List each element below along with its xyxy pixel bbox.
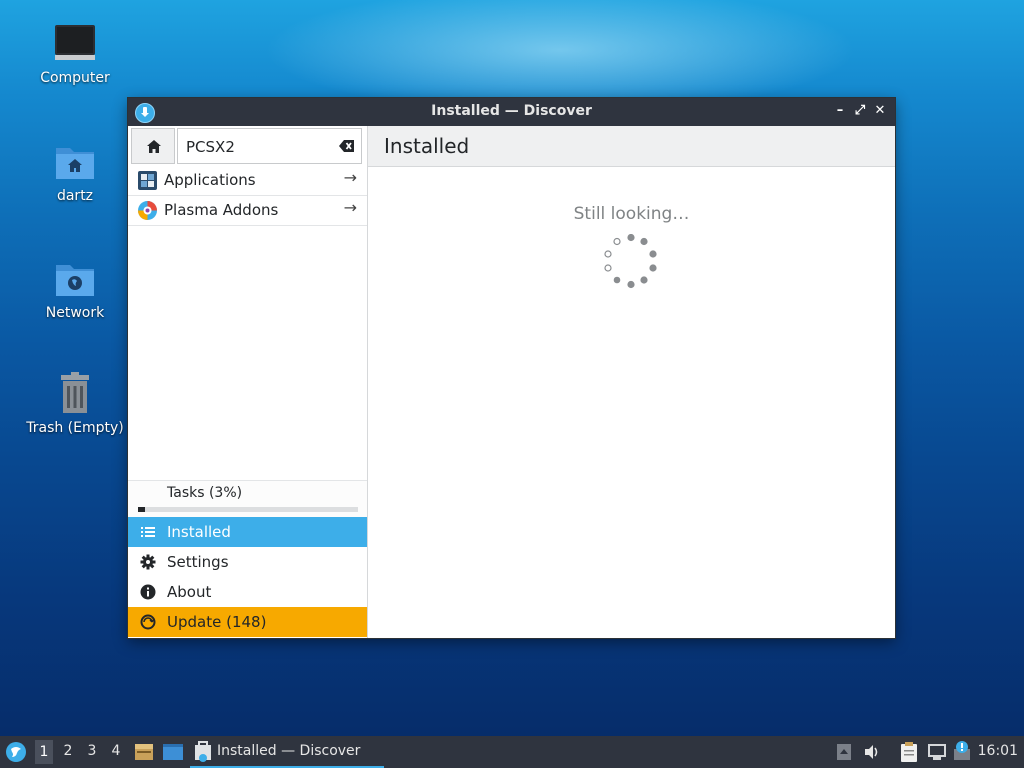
close-button[interactable]: ✕	[871, 102, 889, 120]
info-icon	[140, 584, 156, 600]
update-notifier-icon[interactable]	[953, 740, 973, 762]
main-content: Installed Still looking…	[368, 126, 895, 638]
application-menu-icon[interactable]	[5, 741, 27, 763]
maximize-button[interactable]: ⤢	[851, 102, 869, 120]
desktop-switch-1[interactable]: 1	[35, 740, 53, 764]
update-icon	[140, 614, 156, 630]
nav-update[interactable]: Update (148)	[128, 607, 367, 637]
home-icon	[147, 140, 161, 153]
nav-about[interactable]: About	[128, 577, 367, 607]
arrow-right-icon: →	[343, 168, 357, 187]
clipboard-icon[interactable]	[900, 741, 918, 763]
sidebar: Applications → Plasma Addons → Tasks (3%…	[128, 126, 368, 638]
busy-spinner-icon	[604, 234, 657, 289]
volume-icon[interactable]	[863, 743, 881, 761]
category-plasma-addons[interactable]: Plasma Addons →	[128, 196, 367, 226]
desktop-switch-4[interactable]: 4	[107, 743, 125, 759]
home-button[interactable]	[131, 128, 175, 164]
desktop-switch-2[interactable]: 2	[59, 743, 77, 759]
taskbar: 1 2 3 4 Installed — Discover 16:01	[0, 736, 1024, 768]
computer-icon	[53, 22, 97, 66]
list-icon	[141, 527, 155, 537]
window-titlebar[interactable]: Installed — Discover – ⤢ ✕	[128, 98, 895, 126]
desktop-icon-label: Network	[45, 305, 105, 321]
trash-icon	[53, 372, 97, 416]
plasma-addons-icon	[138, 201, 157, 220]
category-label: Plasma Addons	[164, 201, 279, 219]
nav-label: Update (148)	[167, 613, 267, 631]
tasks-progress-bar	[138, 507, 358, 512]
home-folder-icon	[53, 140, 97, 184]
clear-search-icon[interactable]	[339, 139, 355, 153]
search-field[interactable]	[177, 128, 362, 164]
network-folder-icon	[53, 257, 97, 301]
network-wired-icon[interactable]	[927, 743, 947, 761]
tasks-label: Tasks (3%)	[167, 485, 243, 501]
window-title: Installed — Discover	[431, 103, 592, 119]
minimize-button[interactable]: –	[831, 102, 849, 120]
file-manager-launcher-icon[interactable]	[134, 742, 154, 762]
nav-settings[interactable]: Settings	[128, 547, 367, 577]
arrow-right-icon: →	[343, 198, 357, 217]
desktop-icon-label: dartz	[56, 188, 94, 204]
page-title: Installed	[384, 134, 470, 158]
desktop-icon-home-folder[interactable]: dartz	[25, 140, 125, 204]
tasks-progress-fill	[138, 507, 145, 512]
desktop-icon-computer[interactable]: Computer	[25, 22, 125, 86]
category-label: Applications	[164, 171, 256, 189]
page-header: Installed	[368, 126, 895, 167]
nav-label: Settings	[167, 553, 229, 571]
show-desktop-icon[interactable]	[162, 742, 184, 762]
discover-task-icon	[195, 741, 211, 762]
nav-label: Installed	[167, 523, 231, 541]
desktop-icon-label: Trash (Empty)	[26, 420, 124, 436]
desktop-switch-3[interactable]: 3	[83, 743, 101, 759]
taskbar-task-discover[interactable]: Installed — Discover	[190, 736, 384, 768]
system-tray-expand-icon[interactable]	[836, 743, 852, 761]
nav-label: About	[167, 583, 212, 601]
category-applications[interactable]: Applications →	[128, 166, 367, 196]
applications-icon	[138, 171, 157, 190]
loading-message: Still looking…	[573, 204, 690, 224]
search-input[interactable]	[184, 135, 338, 159]
tasks-progress[interactable]: Tasks (3%)	[128, 480, 367, 517]
desktop-icon-network[interactable]: Network	[25, 257, 125, 321]
desktop-icon-trash[interactable]: Trash (Empty)	[25, 372, 125, 436]
gear-icon	[140, 554, 156, 570]
discover-window: Installed — Discover – ⤢ ✕ A	[128, 98, 895, 638]
taskbar-task-label: Installed — Discover	[217, 743, 361, 759]
clock[interactable]: 16:01	[978, 743, 1018, 759]
desktop-icon-label: Computer	[40, 70, 110, 86]
nav-installed[interactable]: Installed	[128, 517, 367, 547]
